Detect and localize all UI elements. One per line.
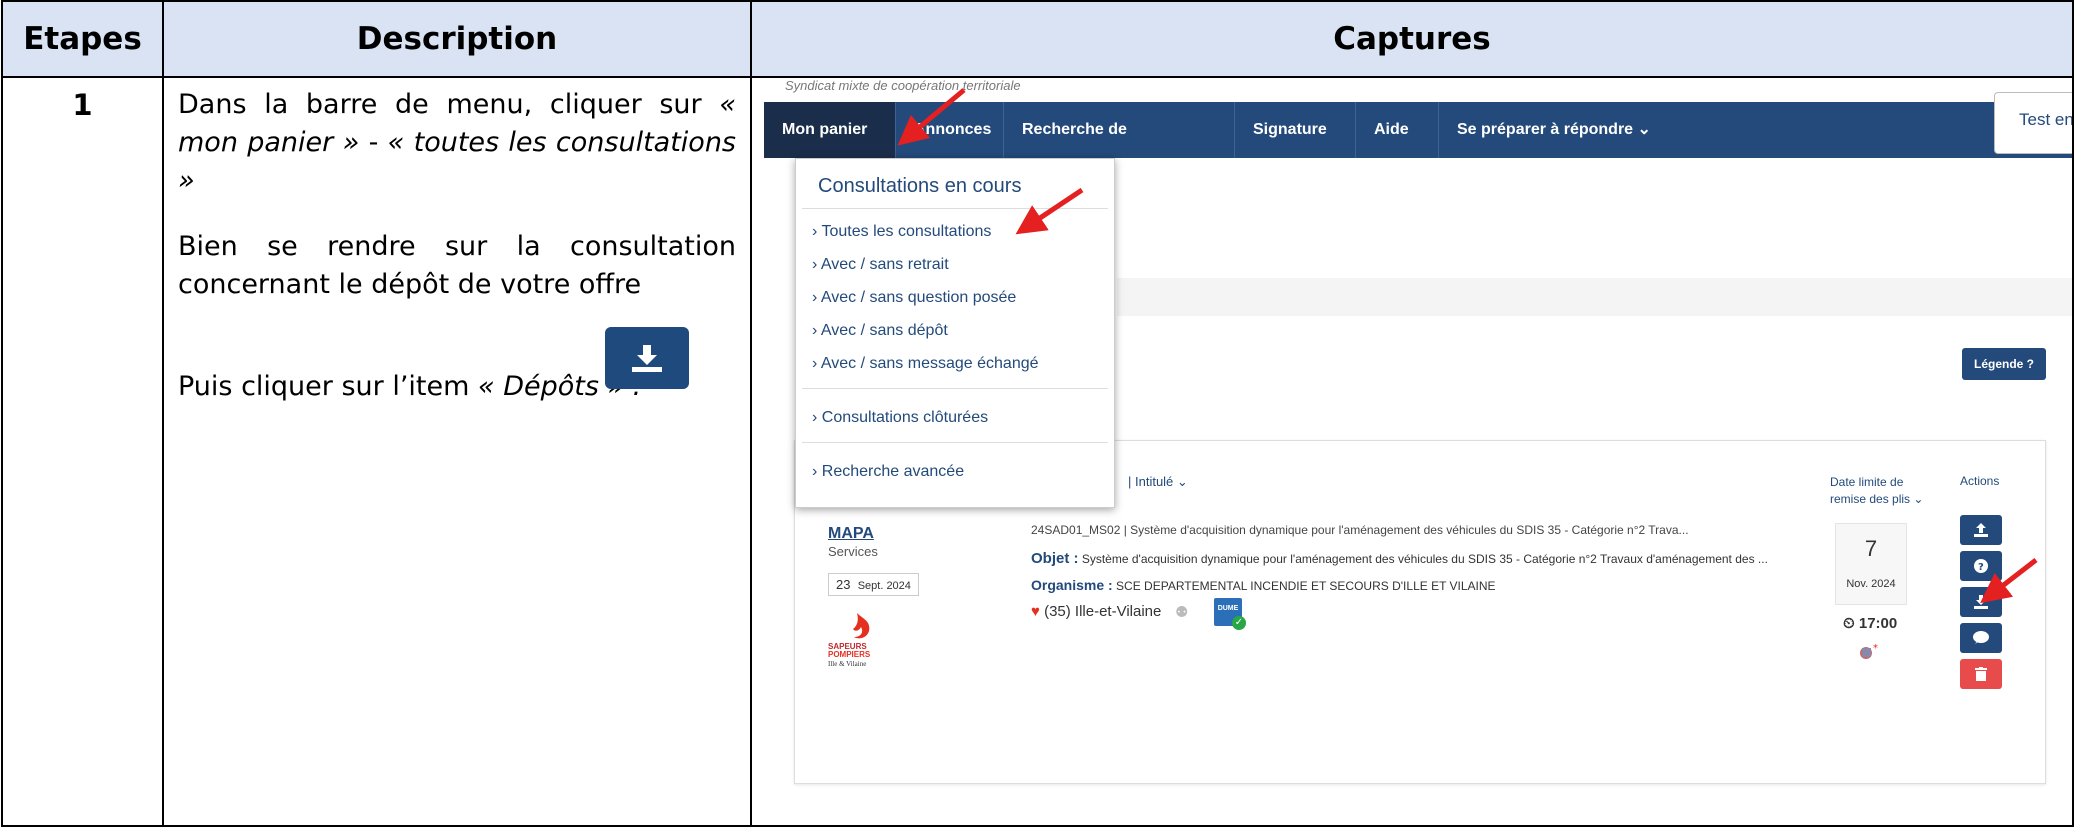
instruction-menu: Dans la barre de menu, cliquer sur « mon…	[178, 89, 736, 196]
svg-text:*: *	[1873, 643, 1878, 654]
mon-panier-dropdown: Consultations en cours › Toutes les cons…	[795, 158, 1115, 508]
menu-item-recherche-avancee[interactable]: › Recherche avancée	[796, 455, 1114, 488]
menu-item-cloturees[interactable]: › Consultations clôturées	[796, 401, 1114, 434]
deadline-time: ⏲ 17:00	[1843, 615, 1898, 632]
instruction-depots: Puis cliquer sur l’item « Dépôts » :	[178, 327, 736, 406]
map-pin-icon: ♥	[1031, 603, 1040, 620]
clock-icon: ⏲	[1843, 615, 1855, 632]
group-icon: ⚉	[1175, 604, 1189, 621]
organisme: Organisme : SCE DEPARTEMENTAL INCENDIE E…	[1031, 577, 1496, 593]
reference[interactable]: 24SAD01_MS02 | Système d'acquisition dyn…	[1031, 523, 1689, 537]
header-steps: Etapes	[1, 0, 164, 78]
header-description: Description	[162, 0, 752, 78]
description-cell: Dans la barre de menu, cliquer sur « mon…	[162, 76, 752, 827]
instruction-consultation: Bien se rendre sur la consultation conce…	[178, 231, 736, 300]
menu-item-sans-message[interactable]: › Avec / sans message échangé	[796, 347, 1114, 380]
account-menu[interactable]: Test entreprise ... ⌄	[1994, 92, 2071, 154]
svg-text:?: ?	[1978, 562, 1984, 573]
message-action-icon[interactable]	[1960, 623, 2002, 653]
column-actions: Actions	[1960, 474, 2000, 488]
alert-icon: *	[1858, 643, 1878, 661]
nav-signature[interactable]: Signature ⌄	[1235, 102, 1356, 194]
legend-button[interactable]: Légende ?	[1962, 348, 2046, 380]
nav-aide[interactable]: Aide ⌄	[1356, 102, 1439, 194]
nav-se-preparer[interactable]: Se préparer à répondre ⌄	[1439, 102, 1679, 158]
org-subtitle: Syndicat mixte de coopération territoria…	[785, 78, 1021, 93]
main-navbar: Mon panier ⌄ Annonces ⌄ Recherche de col…	[764, 102, 2071, 194]
menu-item-sans-question[interactable]: › Avec / sans question posée	[796, 281, 1114, 314]
question-action-icon[interactable]: ?	[1960, 551, 2002, 581]
column-intitule[interactable]: | Intitulé ⌄	[1128, 474, 1188, 490]
menu-item-sans-depot[interactable]: › Avec / sans dépôt	[796, 314, 1114, 347]
search-bar-area	[1117, 278, 2071, 316]
column-date-limite[interactable]: Date limite de remise des plis ⌄	[1830, 474, 1923, 508]
dropdown-title: Consultations en cours	[802, 159, 1108, 209]
menu-item-sans-retrait[interactable]: › Avec / sans retrait	[796, 248, 1114, 281]
nav-annonces[interactable]: Annonces ⌄	[896, 102, 1004, 194]
check-icon: ✓	[1232, 616, 1246, 630]
delete-action-icon[interactable]	[1960, 659, 2002, 689]
upload-action-icon[interactable]	[1960, 515, 2002, 545]
capture-cell: Syndicat mixte de coopération territoria…	[750, 76, 2074, 827]
nav-recherche-collaboration[interactable]: Recherche de collaboration	[1004, 102, 1235, 194]
step-number: 1	[1, 76, 164, 827]
publication-date: 23 Sept. 2024	[828, 573, 919, 596]
download-action-icon[interactable]	[1960, 587, 2002, 617]
category: Services	[828, 544, 878, 559]
download-icon	[605, 327, 689, 389]
menu-item-toutes-consultations[interactable]: › Toutes les consultations	[796, 215, 1114, 248]
sdis-logo: SAPEURS POMPIERS Ille & Vilaine	[828, 611, 888, 673]
nav-mon-panier[interactable]: Mon panier ⌄	[764, 102, 896, 194]
objet: Objet : Système d'acquisition dynamique …	[1031, 550, 1768, 567]
deadline-date: 7 Nov. 2024	[1835, 523, 1907, 605]
procedure-type[interactable]: MAPA	[828, 525, 874, 543]
location: ♥ (35) Ille-et-Vilaine	[1031, 603, 1162, 620]
header-captures: Captures	[750, 0, 2074, 78]
